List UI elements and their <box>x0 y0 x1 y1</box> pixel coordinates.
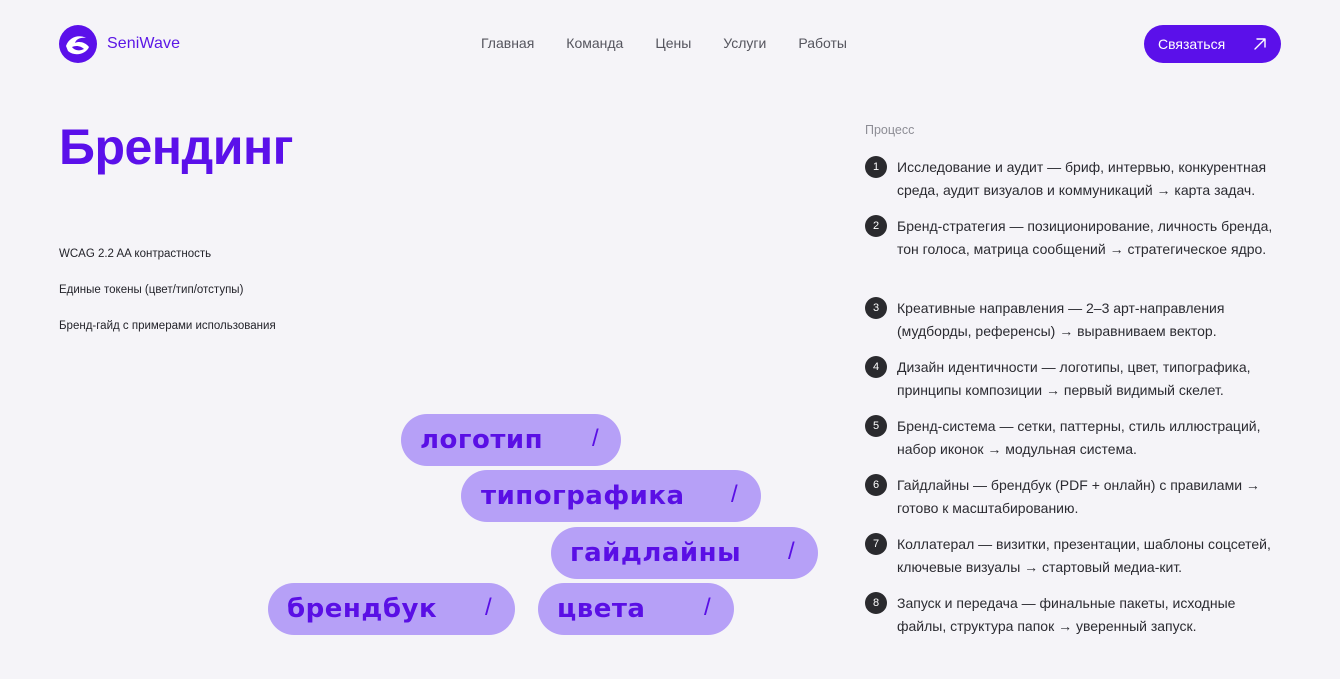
arrow-up-right-icon <box>1254 38 1266 50</box>
step-text: Бренд-система — сетки, паттерны, стиль и… <box>897 418 1261 457</box>
brand-logo[interactable]: SeniWave <box>59 25 180 63</box>
step-text: Гайдлайны — брендбук (PDF + онлайн) с пр… <box>897 477 1260 516</box>
process-step: 1 Исследование и аудит — бриф, интервью,… <box>865 156 1282 201</box>
process-step: 4 Дизайн идентичности — логотипы, цвет, … <box>865 356 1282 401</box>
step-text: Запуск и передача — финальные пакеты, ис… <box>897 595 1236 634</box>
nav-item-works[interactable]: Работы <box>798 35 847 51</box>
tag-label: гайдлайны <box>570 538 742 568</box>
nav-item-home[interactable]: Главная <box>481 35 534 51</box>
nav-item-services[interactable]: Услуги <box>723 35 766 51</box>
step-number-badge: 8 <box>865 592 887 614</box>
nav-item-prices[interactable]: Цены <box>655 35 691 51</box>
step-text: Бренд-стратегия — позиционирование, личн… <box>897 218 1273 257</box>
step-number-badge: 4 <box>865 356 887 378</box>
step-number-badge: 3 <box>865 297 887 319</box>
wave-circle-icon <box>59 25 97 63</box>
step-text: Креативные направления — 2–3 арт-направл… <box>897 300 1225 339</box>
feature-item: Бренд-гайд с примерами использования <box>59 320 276 332</box>
tag-slash: / <box>592 425 599 452</box>
process-step: 7 Коллатерал — визитки, презентации, шаб… <box>865 533 1282 578</box>
tag-slash: / <box>704 594 711 621</box>
tag-label: цвета <box>557 594 646 624</box>
process-step: 2 Бренд-стратегия — позиционирование, ли… <box>865 215 1282 260</box>
contact-button[interactable]: Связаться <box>1144 25 1281 63</box>
feature-item: WCAG 2.2 AA контрастность <box>59 248 212 260</box>
tag-logo[interactable]: логотип / <box>401 414 621 466</box>
tag-brandbook[interactable]: брендбук / <box>268 583 515 635</box>
process-step: 8 Запуск и передача — финальные пакеты, … <box>865 592 1282 637</box>
tag-slash: / <box>788 538 795 565</box>
step-number-badge: 2 <box>865 215 887 237</box>
step-number-badge: 6 <box>865 474 887 496</box>
process-step: 5 Бренд-система — сетки, паттерны, стиль… <box>865 415 1282 460</box>
feature-item: Единые токены (цвет/тип/отступы) <box>59 284 244 296</box>
tag-guidelines[interactable]: гайдлайны / <box>551 527 818 579</box>
tag-colors[interactable]: цвета / <box>538 583 734 635</box>
step-number-badge: 1 <box>865 156 887 178</box>
step-text: Исследование и аудит — бриф, интервью, к… <box>897 159 1267 198</box>
contact-button-label: Связаться <box>1158 36 1226 52</box>
nav-item-team[interactable]: Команда <box>566 35 623 51</box>
step-number-badge: 7 <box>865 533 887 555</box>
tag-label: логотип <box>420 425 544 455</box>
brand-name: SeniWave <box>107 35 181 52</box>
feature-list: WCAG 2.2 AA контрастность Единые токены … <box>59 248 276 356</box>
process-label: Процесс <box>865 123 915 137</box>
page-title: Брендинг <box>59 119 294 175</box>
step-text: Дизайн идентичности — логотипы, цвет, ти… <box>897 359 1251 398</box>
step-number-badge: 5 <box>865 415 887 437</box>
tag-slash: / <box>731 481 738 508</box>
tag-slash: / <box>485 594 492 621</box>
tag-label: типографика <box>481 481 685 511</box>
tag-label: брендбук <box>287 594 438 624</box>
tag-typography[interactable]: типографика / <box>461 470 761 522</box>
process-step: 3 Креативные направления — 2–3 арт-напра… <box>865 297 1282 342</box>
process-step: 6 Гайдлайны — брендбук (PDF + онлайн) с … <box>865 474 1282 519</box>
site-header: SeniWave Главная Команда Цены Услуги Раб… <box>0 0 1340 88</box>
step-text: Коллатерал — визитки, презентации, шабло… <box>897 536 1271 575</box>
main-nav: Главная Команда Цены Услуги Работы <box>481 35 847 51</box>
